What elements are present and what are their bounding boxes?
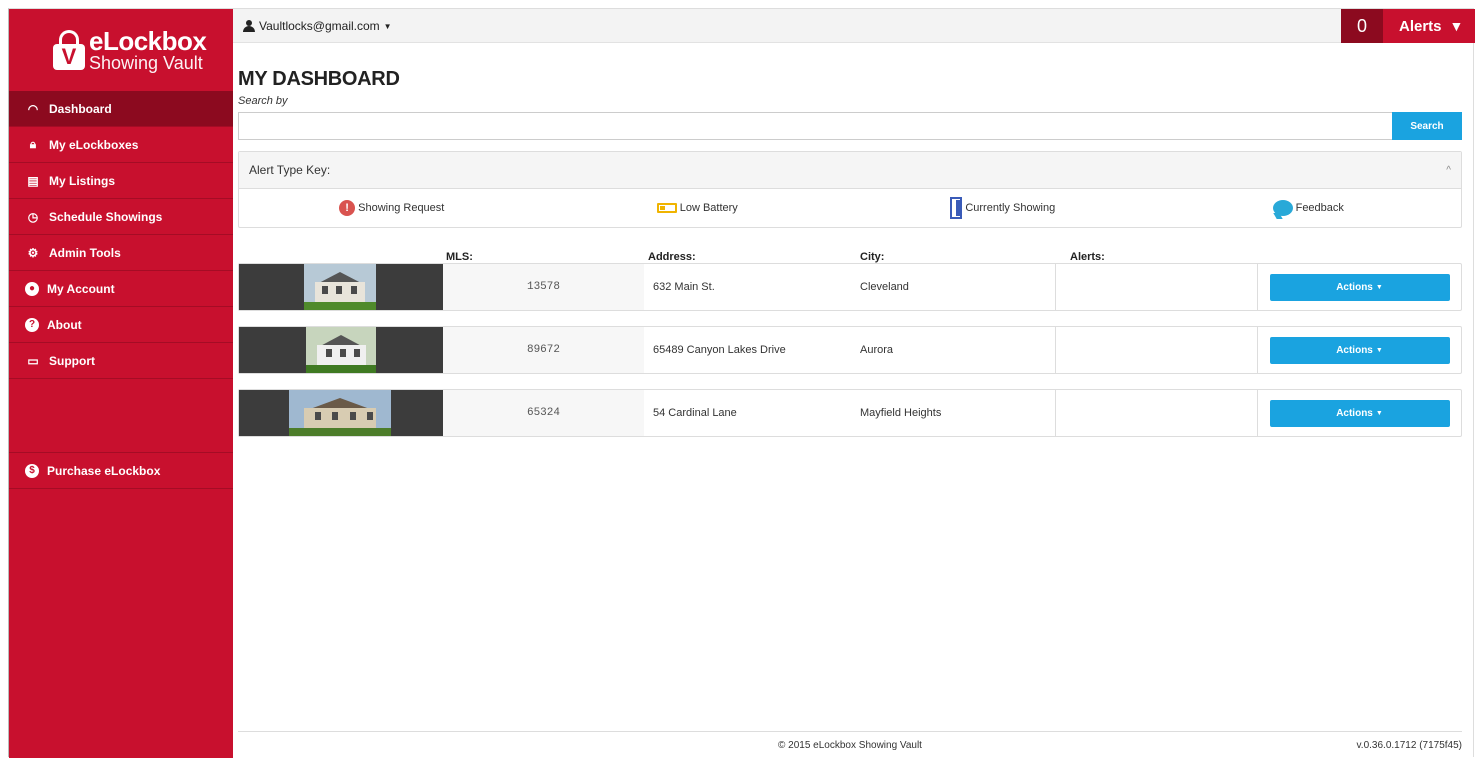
column-header-city: City: <box>860 251 885 263</box>
listing-row: 65324 54 Cardinal Lane Mayfield Heights … <box>238 389 1462 437</box>
listing-row: 13578 632 Main St. Cleveland Actions ▼ <box>238 263 1462 311</box>
sidebar-item-label: Admin Tools <box>49 245 121 260</box>
sidebar-item-my-account[interactable]: ● My Account <box>9 271 233 307</box>
user-icon <box>243 20 255 32</box>
gauge-icon: ◠ <box>27 101 39 116</box>
sidebar-item-my-listings[interactable]: ▤ My Listings <box>9 163 233 199</box>
listing-city: Aurora <box>860 344 894 356</box>
listing-alerts <box>1055 327 1258 373</box>
door-icon <box>950 197 963 219</box>
sidebar-item-label: Dashboard <box>49 101 112 116</box>
listing-alerts <box>1055 390 1258 436</box>
listing-address: 65489 Canyon Lakes Drive <box>653 344 786 356</box>
app-frame: V eLockbox Showing Vault ◠ Dashboard 🔒︎ … <box>8 8 1475 758</box>
listing-mls: 89672 <box>443 327 644 373</box>
footer-version: v.0.36.0.1712 (7175f45) <box>1356 739 1462 751</box>
actions-button[interactable]: Actions ▼ <box>1269 399 1450 427</box>
battery-icon <box>656 203 677 213</box>
listing-mls: 13578 <box>443 264 644 310</box>
column-header-address: Address: <box>648 251 696 263</box>
footer-copyright: © 2015 eLockbox Showing Vault <box>778 739 922 751</box>
footer: © 2015 eLockbox Showing Vault v.0.36.0.1… <box>238 731 1462 758</box>
chevron-up-icon[interactable]: ^ <box>1446 165 1451 176</box>
alerts-button[interactable]: Alerts ▼ <box>1383 9 1475 43</box>
search-button[interactable]: Search <box>1392 112 1462 140</box>
sidebar-item-purchase-elockbox[interactable]: $ Purchase eLockbox <box>9 453 233 489</box>
sidebar-item-about[interactable]: ? About <box>9 307 233 343</box>
listing-address: 632 Main St. <box>653 281 715 293</box>
sidebar-item-support[interactable]: ▭ Support <box>9 343 233 379</box>
alert-count-badge: 0 <box>1341 9 1383 43</box>
main-content: MY DASHBOARD Search by Search Alert Type… <box>238 43 1462 452</box>
column-header-mls: MLS: <box>446 251 473 263</box>
search-bar: Search <box>238 112 1462 140</box>
listing-city: Mayfield Heights <box>860 407 942 419</box>
speech-bubble-icon <box>1272 200 1293 216</box>
actions-button[interactable]: Actions ▼ <box>1269 273 1450 301</box>
lock-icon: 🔒︎ <box>29 137 37 151</box>
alert-key-feedback: Feedback <box>1156 189 1462 227</box>
alert-type-key-body: ! Showing Request Low Battery Currently … <box>239 189 1461 227</box>
user-email: Vaultlocks@gmail.com <box>259 19 380 33</box>
sidebar-item-label: About <box>47 317 82 332</box>
house-photo-icon <box>304 264 376 310</box>
sidebar-item-dashboard[interactable]: ◠ Dashboard <box>9 91 233 127</box>
sidebar-item-admin-tools[interactable]: ⚙ Admin Tools <box>9 235 233 271</box>
dollar-icon: $ <box>25 463 39 478</box>
listing-photo[interactable] <box>239 390 443 436</box>
listing-column-headers: MLS: Address: City: Alerts: <box>238 228 1462 263</box>
alert-key-showing-request: ! Showing Request <box>239 189 545 227</box>
brand-name: eLockbox <box>89 26 207 56</box>
listing-address: 54 Cardinal Lane <box>653 407 737 419</box>
sidebar: V eLockbox Showing Vault ◠ Dashboard 🔒︎ … <box>9 9 233 758</box>
listing-photo[interactable] <box>239 327 443 373</box>
sidebar-item-label: My Listings <box>49 173 116 188</box>
alerts-label: Alerts <box>1399 17 1442 35</box>
sidebar-item-label: My eLockboxes <box>49 137 139 152</box>
page-title: MY DASHBOARD <box>238 68 400 90</box>
brand-logo[interactable]: V eLockbox Showing Vault <box>9 9 233 91</box>
sidebar-item-label: My Account <box>47 281 115 296</box>
caret-down-icon: ▼ <box>383 21 392 31</box>
padlock-logo-icon: V <box>53 30 85 70</box>
alert-type-key-title: Alert Type Key: <box>249 163 331 177</box>
actions-button[interactable]: Actions ▼ <box>1269 336 1450 364</box>
listing-mls: 65324 <box>443 390 644 436</box>
user-menu[interactable]: Vaultlocks@gmail.com ▼ <box>243 9 392 43</box>
exclamation-icon: ! <box>339 200 356 216</box>
alert-key-currently-showing: Currently Showing <box>850 189 1156 227</box>
book-icon: ▭ <box>27 353 39 368</box>
listing-alerts <box>1055 264 1258 310</box>
alert-type-key-panel: Alert Type Key: ^ ! Showing Request Low … <box>238 151 1462 228</box>
document-icon: ▤ <box>27 173 39 188</box>
sidebar-item-label: Support <box>49 353 95 368</box>
chevron-down-icon: ▼ <box>1449 18 1464 34</box>
column-header-alerts: Alerts: <box>1070 251 1105 263</box>
search-input[interactable] <box>238 112 1392 140</box>
alert-key-low-battery: Low Battery <box>545 189 851 227</box>
listing-photo[interactable] <box>239 264 443 310</box>
search-label: Search by <box>238 95 288 107</box>
sidebar-item-my-elockboxes[interactable]: 🔒︎ My eLockboxes <box>9 127 233 163</box>
sidebar-spacer <box>9 379 233 453</box>
clock-icon: ◷ <box>27 209 39 224</box>
gear-icon: ⚙ <box>27 245 39 260</box>
question-icon: ? <box>25 317 39 332</box>
top-bar: Vaultlocks@gmail.com ▼ 0 Alerts ▼ <box>233 9 1475 43</box>
sidebar-item-label: Schedule Showings <box>49 209 163 224</box>
brand-tagline: Showing Vault <box>89 53 203 73</box>
sidebar-item-schedule-showings[interactable]: ◷ Schedule Showings <box>9 199 233 235</box>
house-photo-icon <box>289 390 391 436</box>
alerts-dropdown[interactable]: 0 Alerts ▼ <box>1341 9 1475 43</box>
caret-down-icon: ▼ <box>1375 409 1383 417</box>
sidebar-item-label: Purchase eLockbox <box>47 463 161 478</box>
caret-down-icon: ▼ <box>1375 346 1383 354</box>
user-icon: ● <box>25 281 39 296</box>
caret-down-icon: ▼ <box>1375 283 1383 291</box>
listing-row: 89672 65489 Canyon Lakes Drive Aurora Ac… <box>238 326 1462 374</box>
alert-type-key-header[interactable]: Alert Type Key: ^ <box>239 152 1461 189</box>
house-photo-icon <box>306 327 376 373</box>
listing-city: Cleveland <box>860 281 909 293</box>
